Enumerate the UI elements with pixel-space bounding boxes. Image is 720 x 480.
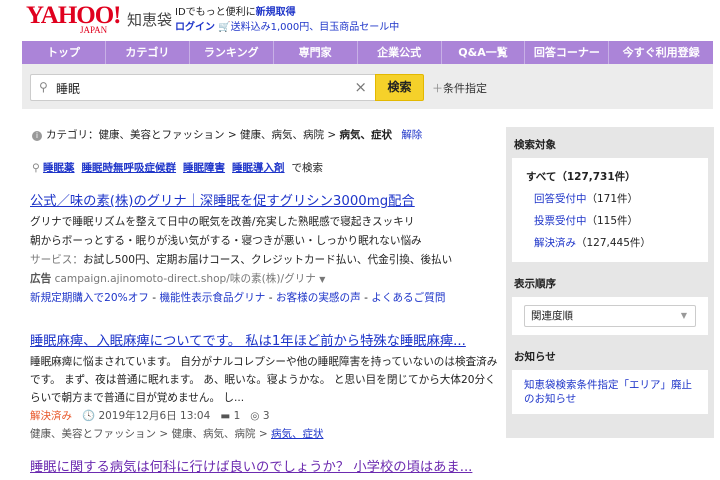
search-button[interactable]: 検索	[375, 74, 424, 101]
main-nav: トップ カテゴリ ランキング 専門家 企業公式 Q&A一覧 回答コーナー 今すぐ…	[22, 41, 713, 64]
search-value: 睡眠	[56, 82, 81, 96]
sidebar: 検索対象 すべて（127,731件） 回答受付中（171件） 投票受付中（115…	[506, 127, 714, 438]
nav-top[interactable]: トップ	[22, 41, 106, 64]
info-icon: i	[32, 131, 42, 141]
result-category: 健康、美容とファッション	[30, 428, 156, 440]
filter-resolved[interactable]: 解決済み	[534, 237, 576, 249]
result-date: 2019年12月6日 13:04	[98, 410, 211, 422]
result-title-link[interactable]: 睡眠麻痺、入眠麻痺についてです。 私は1年ほど前から特殊な睡眠麻痺...	[30, 334, 466, 349]
promo-text: IDでもっと便利に	[175, 7, 256, 18]
search-icon: ⚲	[39, 80, 48, 94]
sort-value: 関連度順	[531, 310, 573, 322]
filter-all: すべて（127,731件）	[526, 171, 636, 183]
filter-voting[interactable]: 投票受付中	[534, 215, 587, 227]
login-link[interactable]: ログイン	[175, 22, 215, 33]
related-link[interactable]: 睡眠時無呼吸症候群	[82, 162, 177, 174]
eye-icon: ◎	[250, 410, 260, 422]
clear-category-link[interactable]: 解除	[401, 129, 422, 141]
result-item: 睡眠に関する病気は何科に行けば良いのでしょうか？ 小学校の頃はあま...	[30, 456, 472, 475]
answer-count: 1	[233, 410, 241, 422]
category-filter: i カテゴリ：健康、美容とファッション > 健康、病気、病院 > 病気、症状 解除	[32, 127, 422, 142]
caret-down-icon[interactable]: ▼	[319, 275, 325, 284]
header-promo: IDでもっと便利に新規取得 ログイン 🛒送料込み1,000円、目玉商品セール中	[175, 5, 399, 35]
yahoo-logo[interactable]: YAHOO! JAPAN	[26, 3, 128, 36]
result-item: 睡眠麻痺、入眠麻痺についてです。 私は1年ほど前から特殊な睡眠麻痺... 睡眠麻…	[30, 330, 500, 443]
chevron-down-icon: ▼	[680, 311, 687, 320]
clock-icon: 🕓	[82, 410, 96, 422]
notice-link[interactable]: 知恵袋検索条件指定「エリア」廃止のお知らせ	[524, 379, 692, 405]
ad-url[interactable]: campaign.ajinomoto-direct.shop/味の素(株)/グリ…	[55, 273, 316, 285]
nav-experts[interactable]: 専門家	[274, 41, 358, 64]
category-label: カテゴリ：	[46, 129, 99, 141]
ad-label: 広告	[30, 273, 52, 285]
result-snippet: 睡眠麻痺に悩まされています。 自分がナルコレプシーや他の睡眠障害を持っていないの…	[30, 356, 498, 404]
register-link[interactable]: 新規取得	[256, 7, 296, 18]
category-current: 病気、症状	[339, 129, 392, 141]
conditions-button[interactable]: ＋条件指定	[432, 80, 487, 96]
nav-category[interactable]: カテゴリ	[106, 41, 190, 64]
cart-icon: 🛒	[218, 22, 231, 33]
nav-answer-corner[interactable]: 回答コーナー	[525, 41, 610, 64]
clear-icon[interactable]: ×	[354, 78, 367, 96]
sale-link[interactable]: 送料込み1,000円、目玉商品セール中	[231, 22, 400, 33]
result-category-link[interactable]: 病気、症状	[271, 428, 324, 440]
related-searches: ⚲ 睡眠薬 睡眠時無呼吸症候群 睡眠障害 睡眠導入剤 で検索	[32, 160, 323, 175]
category-path-2: 健康、病気、病院	[239, 129, 324, 141]
filter-count: （171件）	[586, 193, 639, 205]
plus-icon: ＋	[432, 82, 443, 95]
search-input[interactable]: ⚲ 睡眠 ×	[30, 74, 376, 101]
ad-sitelink[interactable]: 機能性表示食品グリナ	[159, 292, 265, 304]
service-label: サービス：	[30, 254, 83, 266]
category-path-1: 健康、美容とファッション	[98, 129, 225, 141]
related-link[interactable]: 睡眠薬	[43, 162, 75, 174]
ad-sitelink[interactable]: 新規定期購入で20%オフ	[30, 292, 149, 304]
sort-order-select[interactable]: 関連度順 ▼	[524, 305, 696, 327]
ad-desc: グリナで睡眠リズムを整えて日中の眠気を改善/充実した熟眠感で寝起きスッキリ	[30, 216, 415, 228]
ad-result: 公式／味の素(株)のグリナ｜深睡眠を促すグリシン3000mg配合 グリナで睡眠リ…	[30, 190, 500, 308]
ad-sitelink[interactable]: お客様の実感の声	[276, 292, 361, 304]
related-link[interactable]: 睡眠障害	[183, 162, 225, 174]
notice-heading: お知らせ	[514, 351, 556, 363]
service-name[interactable]: 知恵袋	[127, 9, 172, 30]
view-count: 3	[262, 410, 270, 422]
related-link[interactable]: 睡眠導入剤	[232, 162, 285, 174]
nav-official[interactable]: 企業公式	[358, 41, 442, 64]
result-category: 健康、病気、病院	[171, 428, 256, 440]
status-badge: 解決済み	[30, 410, 72, 422]
order-heading: 表示順序	[514, 278, 556, 290]
nav-ranking[interactable]: ランキング	[190, 41, 274, 64]
search-icon: ⚲	[32, 162, 40, 174]
ad-title-link[interactable]: 公式／味の素(株)のグリナ｜深睡眠を促すグリシン3000mg配合	[30, 194, 415, 209]
service-text: お試し500円、定期お届けコース、クレジットカード払い、代金引換、後払い	[82, 254, 453, 266]
filter-open[interactable]: 回答受付中	[534, 193, 587, 205]
target-heading: 検索対象	[514, 139, 556, 151]
comment-icon: ▬	[220, 410, 231, 422]
result-title-link[interactable]: 睡眠に関する病気は何科に行けば良いのでしょうか？ 小学校の頃はあま...	[30, 460, 472, 475]
conditions-label: 条件指定	[443, 82, 487, 95]
related-suffix: で検索	[291, 162, 324, 174]
nav-qa-list[interactable]: Q&A一覧	[442, 41, 526, 64]
ad-sitelink[interactable]: よくあるご質問	[371, 292, 445, 304]
nav-register[interactable]: 今すぐ利用登録	[609, 41, 713, 64]
filter-count: （127,445件）	[576, 237, 651, 249]
filter-count: （115件）	[586, 215, 639, 227]
ad-desc: 朝からボーっとする・眠りが浅い気がする・寝つきが悪い・しっかり眠れない悩み	[30, 235, 422, 247]
